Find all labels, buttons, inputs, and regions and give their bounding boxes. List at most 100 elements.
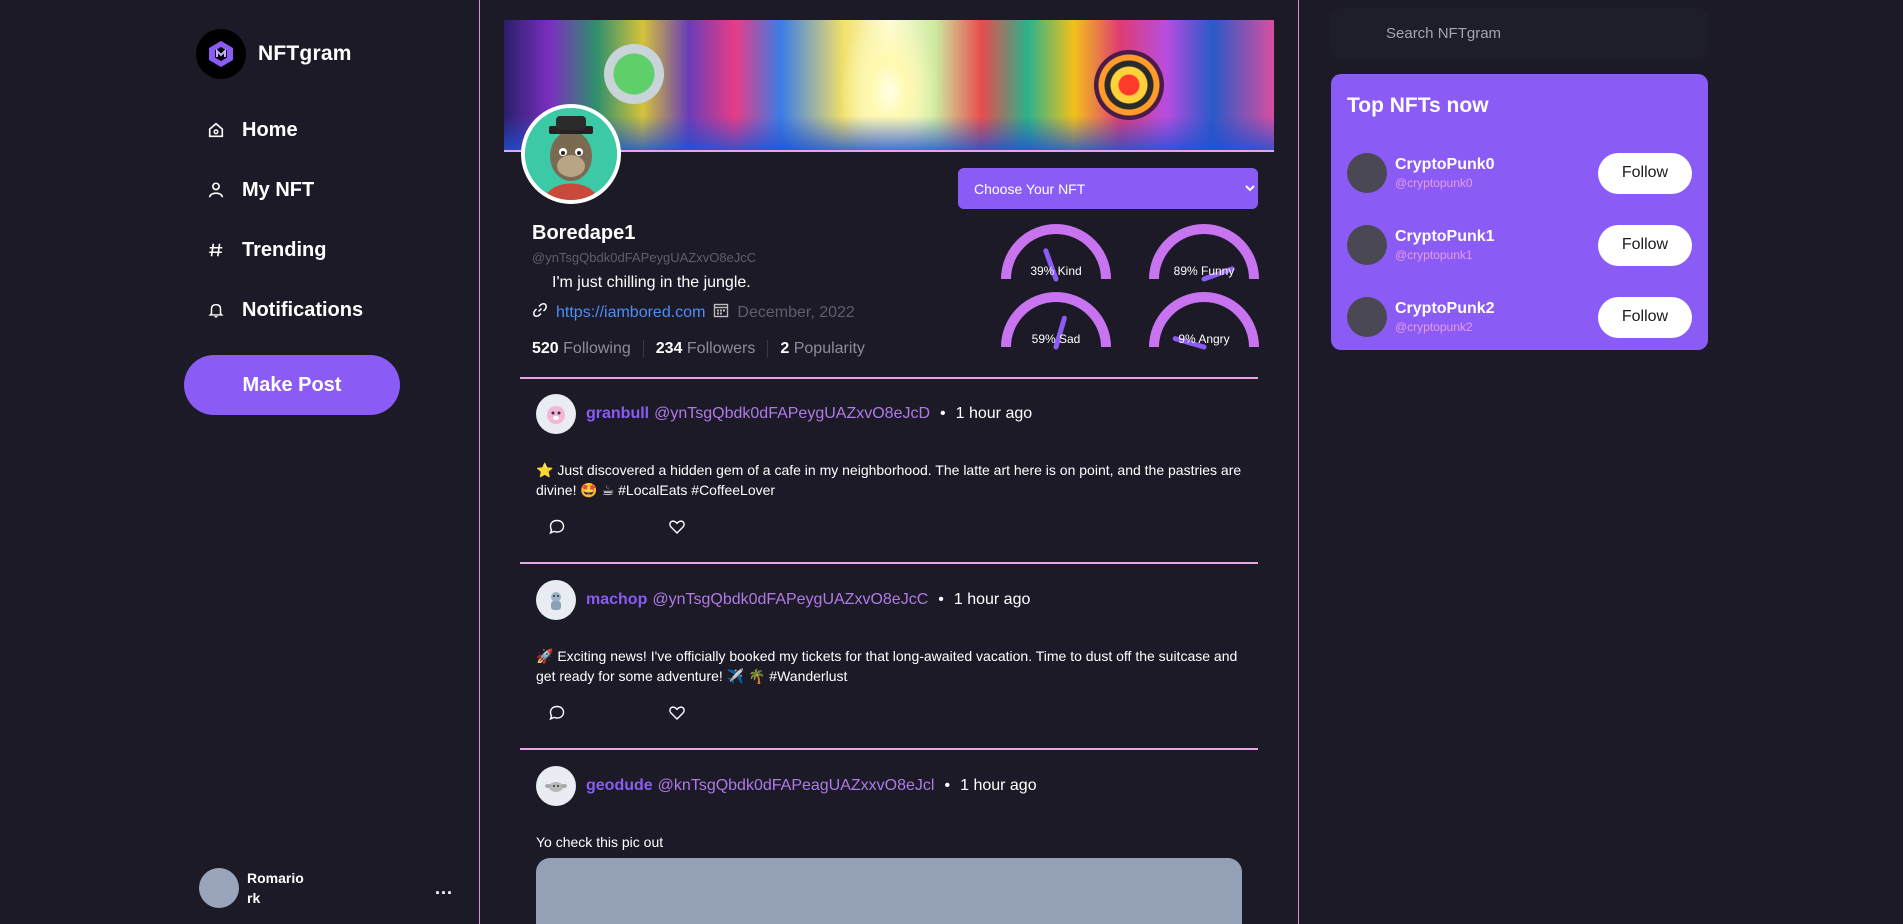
mood-gauge-label: 9% Angry bbox=[1178, 332, 1230, 346]
more-options-icon[interactable]: ... bbox=[435, 878, 453, 899]
avatar[interactable] bbox=[536, 580, 576, 620]
top-nft-name: CryptoPunk1 bbox=[1395, 228, 1495, 245]
divider bbox=[520, 562, 1258, 564]
post-text: 🚀 Exciting news! I've officially booked … bbox=[536, 648, 1238, 684]
post: machop @ynTsgQbdk0dFAPeygUAZxvO8eJcC • 1… bbox=[536, 580, 1256, 721]
nav-item-label: Notifications bbox=[242, 298, 364, 321]
avatar bbox=[1347, 153, 1387, 193]
profile-handle: @ynTsgQbdk0dFAPeygUAZxvO8eJcC bbox=[532, 250, 757, 265]
follow-button[interactable]: Follow bbox=[1598, 152, 1692, 194]
popularity-label: Popularity bbox=[793, 340, 865, 357]
mood-gauge-label: 39% Kind bbox=[1030, 264, 1082, 278]
divider bbox=[520, 377, 1258, 379]
profile-stats: 520 Following 234 Followers 2 Popularity bbox=[532, 340, 889, 358]
nav-item-label: My NFT bbox=[242, 178, 315, 201]
top-nfts-title: Top NFTs now bbox=[1347, 94, 1489, 117]
brand[interactable]: NFTgram bbox=[196, 29, 352, 79]
calendar-icon bbox=[713, 302, 729, 323]
separator-dot: • bbox=[940, 405, 946, 422]
top-nft-item[interactable]: CryptoPunk2 @cryptopunk2 Follow bbox=[1347, 292, 1692, 342]
post-actions bbox=[536, 518, 686, 536]
left-sidebar: NFTgram Home My NFT Trending Notificatio… bbox=[0, 0, 479, 924]
top-nfts-panel: Top NFTs now CryptoPunk0 @cryptopunk0 Fo… bbox=[1331, 74, 1708, 350]
top-nft-text: CryptoPunk1 @cryptopunk1 bbox=[1395, 227, 1495, 263]
post-handle[interactable]: @knTsgQbdk0dFAPeagUAZxxvO8eJcl bbox=[658, 777, 935, 795]
post-text: Yo check this pic out bbox=[536, 834, 664, 850]
top-nft-item[interactable]: CryptoPunk0 @cryptopunk0 Follow bbox=[1347, 148, 1692, 198]
comment-icon[interactable] bbox=[548, 704, 566, 722]
account-switcher[interactable]: Romario rk ... bbox=[199, 866, 459, 910]
top-nft-text: CryptoPunk2 @cryptopunk2 bbox=[1395, 299, 1495, 335]
popularity-count: 2 bbox=[780, 340, 790, 357]
profile-website-link[interactable]: https://iambored.com bbox=[556, 304, 705, 322]
hash-icon bbox=[206, 240, 226, 260]
search-input[interactable]: Search NFTgram bbox=[1331, 8, 1708, 58]
nav-item-my-nft[interactable]: My NFT bbox=[206, 160, 363, 220]
post-handle[interactable]: @ynTsgQbdk0dFAPeygUAZxvO8eJcC bbox=[652, 591, 928, 609]
post-header: geodude @knTsgQbdk0dFAPeagUAZxxvO8eJcl •… bbox=[536, 766, 1256, 806]
mood-gauge-funny: 89% Funny bbox=[1149, 224, 1259, 284]
top-nft-name: CryptoPunk0 bbox=[1395, 156, 1495, 173]
divider bbox=[520, 748, 1258, 750]
top-nft-item[interactable]: CryptoPunk1 @cryptopunk1 Follow bbox=[1347, 220, 1692, 270]
nftgram-logo-icon bbox=[196, 29, 246, 79]
following-stat[interactable]: 520 Following bbox=[532, 340, 644, 358]
followers-label: Followers bbox=[686, 340, 756, 357]
like-icon[interactable] bbox=[668, 518, 686, 536]
main-feed: Choose Your NFT Boredape1 @ynTsgQbdk0dFA… bbox=[479, 0, 1299, 924]
nav-item-home[interactable]: Home bbox=[206, 100, 363, 160]
mood-gauge-label: 59% Sad bbox=[1031, 332, 1081, 346]
avatar bbox=[199, 868, 239, 908]
user-icon bbox=[206, 180, 226, 200]
mood-gauge-kind: 39% Kind bbox=[1001, 224, 1111, 284]
post-username[interactable]: machop bbox=[586, 591, 647, 609]
followers-stat[interactable]: 234 Followers bbox=[656, 340, 769, 358]
mood-gauge-angry: 9% Angry bbox=[1149, 292, 1259, 352]
post-actions bbox=[536, 704, 686, 722]
mood-gauges: 39% Kind 89% Funny 59% Sad 9% Angry bbox=[1001, 224, 1259, 354]
top-nft-handle: @cryptopunk2 bbox=[1395, 320, 1473, 334]
make-post-button[interactable]: Make Post bbox=[184, 355, 400, 415]
mood-gauge-label: 89% Funny bbox=[1173, 264, 1235, 278]
separator-dot: • bbox=[944, 777, 951, 794]
post-image[interactable] bbox=[536, 858, 1242, 924]
nav-item-trending[interactable]: Trending bbox=[206, 220, 363, 280]
profile-banner bbox=[504, 20, 1274, 152]
top-nft-handle: @cryptopunk1 bbox=[1395, 248, 1473, 262]
avatar[interactable] bbox=[536, 766, 576, 806]
bell-icon bbox=[206, 300, 226, 320]
account-username: rk bbox=[247, 890, 261, 906]
post-header: granbull @ynTsgQbdk0dFAPeygUAZxvO8eJcD •… bbox=[536, 394, 1256, 434]
like-icon[interactable] bbox=[668, 704, 686, 722]
post: geodude @knTsgQbdk0dFAPeagUAZxxvO8eJcl •… bbox=[536, 766, 1256, 852]
nav-item-notifications[interactable]: Notifications bbox=[206, 280, 363, 340]
nav-item-label: Trending bbox=[242, 238, 327, 261]
follow-button[interactable]: Follow bbox=[1598, 224, 1692, 266]
following-count: 520 bbox=[532, 340, 559, 357]
account-names: Romario rk bbox=[247, 868, 304, 908]
comment-icon[interactable] bbox=[548, 518, 566, 536]
followers-count: 234 bbox=[655, 340, 683, 357]
profile-bio: I'm just chilling in the jungle. bbox=[552, 274, 751, 291]
home-icon bbox=[206, 120, 226, 140]
banner-art bbox=[1094, 50, 1164, 120]
popularity-stat: 2 Popularity bbox=[780, 340, 877, 358]
avatar[interactable] bbox=[536, 394, 576, 434]
account-name: Romario bbox=[247, 870, 304, 886]
post-header: machop @ynTsgQbdk0dFAPeygUAZxvO8eJcC • 1… bbox=[536, 580, 1256, 620]
banner-art bbox=[604, 44, 664, 104]
profile-joined-date: December, 2022 bbox=[737, 303, 855, 321]
follow-button[interactable]: Follow bbox=[1598, 296, 1692, 338]
post-time: 1 hour ago bbox=[960, 777, 1037, 794]
mood-gauge-sad: 59% Sad bbox=[1001, 292, 1111, 352]
avatar bbox=[1347, 297, 1387, 337]
choose-nft-select[interactable]: Choose Your NFT bbox=[958, 168, 1258, 209]
post-username[interactable]: geodude bbox=[586, 777, 653, 795]
post-username[interactable]: granbull bbox=[586, 405, 649, 423]
profile-avatar[interactable] bbox=[521, 104, 621, 204]
app-root: NFTgram Home My NFT Trending Notificatio… bbox=[0, 0, 1903, 924]
link-icon bbox=[532, 302, 548, 323]
top-nft-text: CryptoPunk0 @cryptopunk0 bbox=[1395, 155, 1495, 191]
post-handle[interactable]: @ynTsgQbdk0dFAPeygUAZxvO8eJcD bbox=[654, 405, 930, 423]
brand-name: NFTgram bbox=[258, 42, 352, 65]
